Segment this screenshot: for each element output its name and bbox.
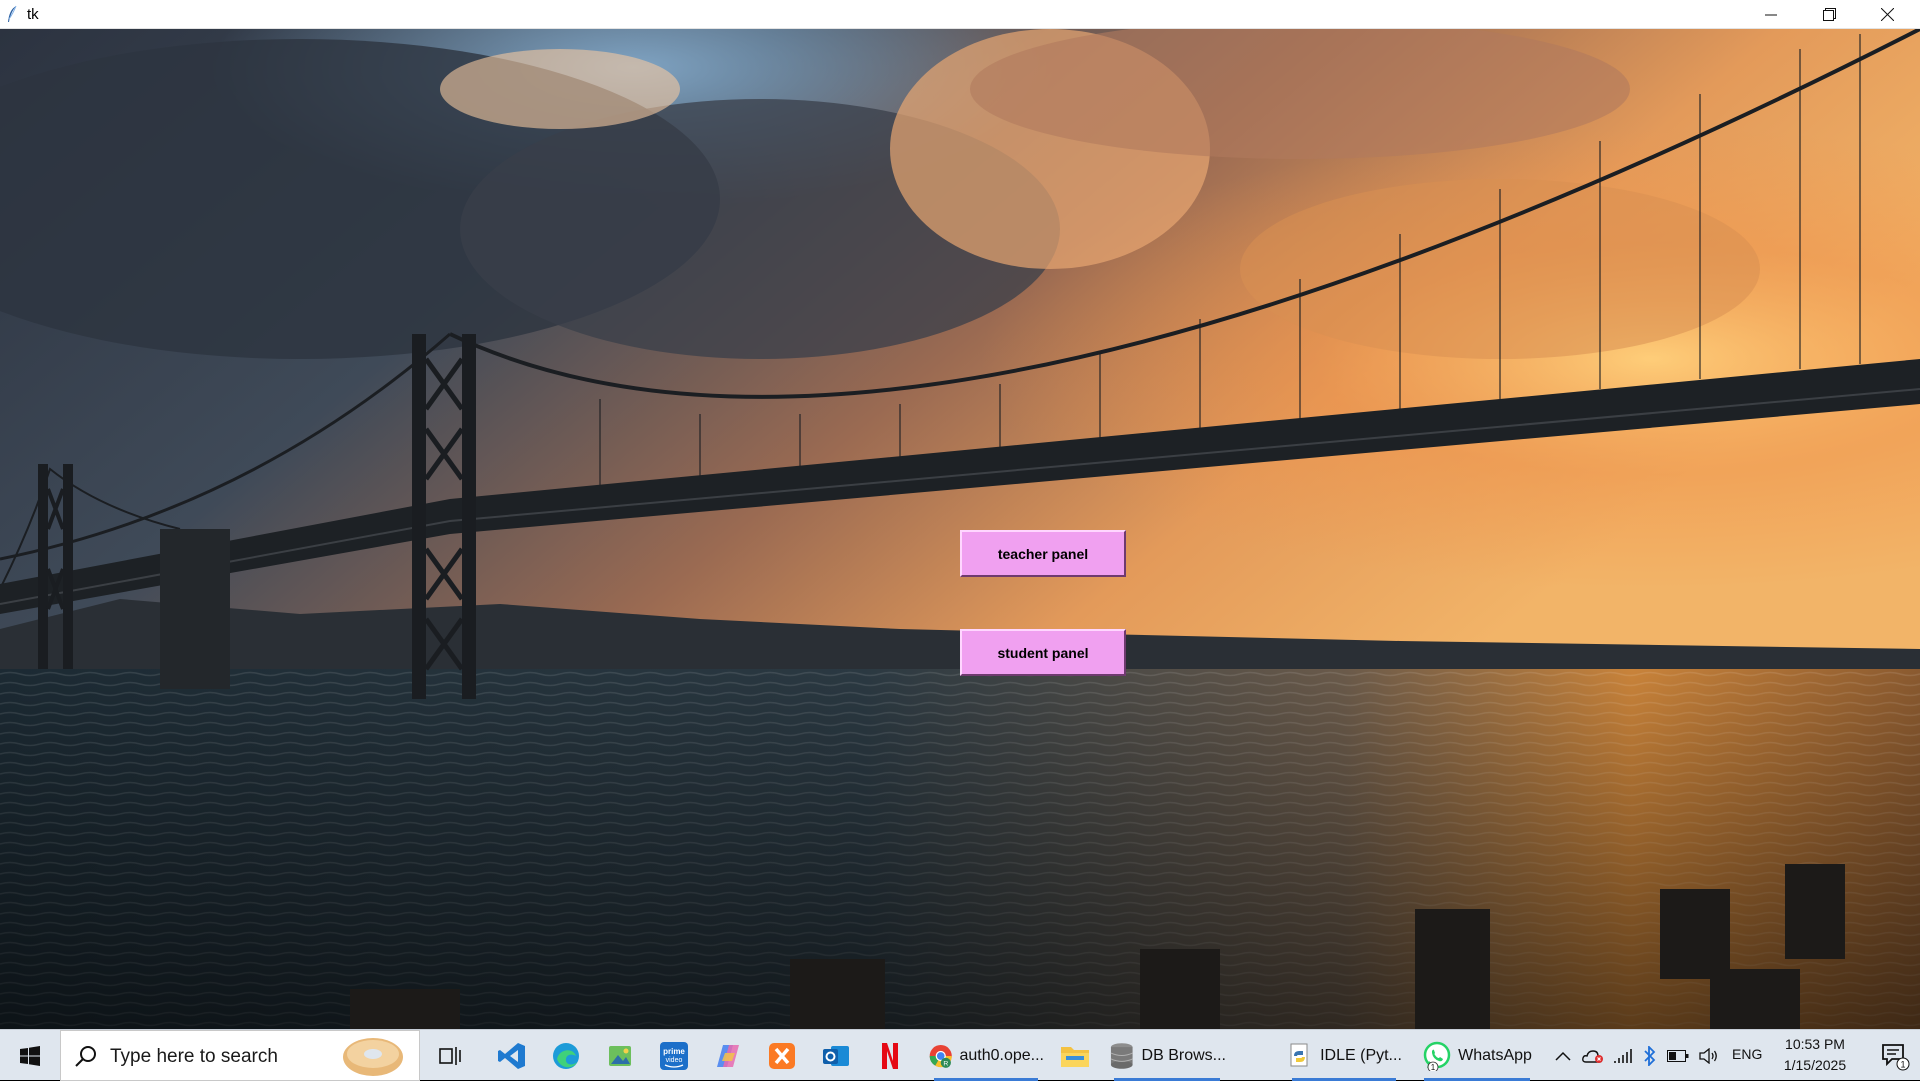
notification-center-button[interactable]: 1	[1872, 1030, 1918, 1081]
close-button[interactable]	[1858, 0, 1916, 29]
search-input[interactable]: Type here to search	[60, 1030, 420, 1081]
taskbar-app-db-browser[interactable]: DB Brows...	[1108, 1030, 1226, 1081]
windows-taskbar: Type here to search prime video R auth0.…	[0, 1029, 1920, 1081]
bay-bridge-sunset-image	[0, 29, 1920, 1029]
python-idle-icon	[1290, 1043, 1308, 1066]
task-view-button[interactable]	[428, 1030, 472, 1081]
teacher-panel-button[interactable]: teacher panel	[960, 530, 1126, 577]
system-tray	[1548, 1030, 1724, 1081]
student-panel-button[interactable]: student panel	[960, 629, 1126, 676]
wifi-tray-button[interactable]	[1608, 1048, 1638, 1064]
notification-badge: 1	[1900, 1059, 1905, 1069]
svg-text:R: R	[943, 1060, 948, 1067]
bluetooth-icon	[1644, 1045, 1656, 1066]
volume-icon	[1699, 1047, 1717, 1064]
outlook-button[interactable]	[812, 1030, 860, 1081]
photos-button[interactable]	[596, 1030, 644, 1081]
minimize-button[interactable]	[1742, 0, 1800, 29]
file-explorer-icon	[1061, 1046, 1089, 1067]
search-placeholder: Type here to search	[110, 1046, 278, 1067]
clock-time: 10:53 PM	[1785, 1036, 1845, 1052]
window-title: tk	[27, 6, 39, 23]
netflix-button[interactable]	[866, 1030, 914, 1081]
prime-video-icon: prime video	[660, 1041, 688, 1070]
outlook-icon	[823, 1045, 849, 1066]
file-explorer-button[interactable]	[1050, 1030, 1100, 1081]
copilot-icon	[717, 1044, 739, 1067]
taskbar-app-chrome[interactable]: R auth0.ope...	[928, 1030, 1044, 1081]
svg-text:video: video	[666, 1057, 683, 1064]
window-title-bar: tk	[0, 0, 1920, 29]
db-browser-window-label: DB Brows...	[1141, 1046, 1226, 1064]
whatsapp-window-label: WhatsApp	[1458, 1046, 1532, 1064]
xampp-button[interactable]	[758, 1030, 806, 1081]
photos-icon	[609, 1045, 631, 1066]
close-icon	[1880, 8, 1894, 21]
language-indicator[interactable]: ENG	[1732, 1046, 1762, 1062]
copilot-button[interactable]	[704, 1030, 752, 1081]
taskbar-app-idle[interactable]: IDLE (Pyt...	[1286, 1030, 1402, 1081]
taskbar-app-whatsapp[interactable]: 1 WhatsApp	[1418, 1030, 1536, 1081]
db-browser-icon	[1110, 1042, 1133, 1069]
show-hidden-icons-button[interactable]	[1548, 1051, 1578, 1061]
search-icon	[75, 1046, 96, 1067]
chevron-up-icon	[1555, 1051, 1571, 1061]
whatsapp-icon: 1	[1423, 1041, 1451, 1071]
clock-date: 1/15/2025	[1783, 1057, 1847, 1073]
xampp-icon	[769, 1042, 795, 1069]
whatsapp-badge: 1	[1431, 1063, 1436, 1071]
chrome-window-label: auth0.ope...	[959, 1046, 1044, 1064]
tk-feather-icon	[8, 5, 17, 22]
search-highlight-donut-icon	[343, 1038, 403, 1076]
onedrive-icon	[1582, 1049, 1603, 1063]
edge-icon	[553, 1042, 579, 1069]
wifi-icon	[1614, 1048, 1632, 1063]
clock[interactable]: 10:53 PM 1/15/2025	[1760, 1034, 1870, 1076]
svg-text:prime: prime	[663, 1047, 685, 1056]
background-scene: teacher panel student panel	[0, 29, 1920, 1029]
idle-window-label: IDLE (Pyt...	[1320, 1046, 1402, 1064]
prime-video-button[interactable]: prime video	[650, 1030, 698, 1081]
bluetooth-tray-button[interactable]	[1638, 1045, 1662, 1066]
battery-tray-button[interactable]	[1662, 1049, 1694, 1062]
maximize-icon	[1822, 8, 1836, 21]
volume-tray-button[interactable]	[1694, 1047, 1724, 1064]
netflix-icon	[882, 1042, 898, 1069]
start-button[interactable]	[0, 1030, 60, 1081]
edge-button[interactable]	[542, 1030, 590, 1081]
windows-start-icon	[20, 1045, 40, 1066]
notifications-icon: 1	[1882, 1043, 1910, 1070]
onedrive-tray-button[interactable]	[1578, 1048, 1608, 1064]
maximize-button[interactable]	[1800, 0, 1858, 29]
vscode-button[interactable]	[488, 1030, 536, 1081]
battery-icon	[1667, 1049, 1689, 1062]
task-view-icon	[439, 1046, 461, 1065]
vscode-icon	[498, 1042, 525, 1069]
minimize-icon	[1765, 14, 1777, 15]
chrome-icon: R	[929, 1044, 952, 1068]
